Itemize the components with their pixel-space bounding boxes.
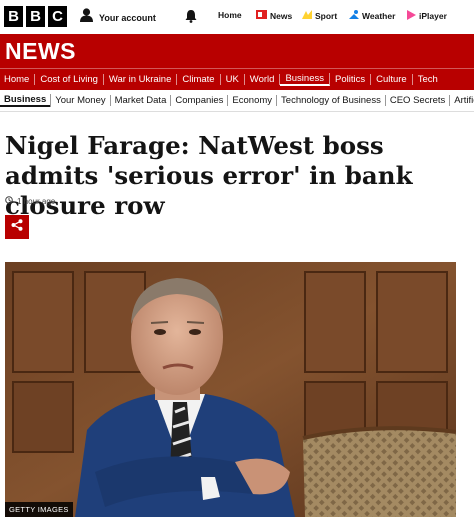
subnav-item-artificial[interactable]: Artificial	[450, 95, 474, 106]
news-banner: NEWS	[0, 34, 474, 68]
global-nav-label: Home	[218, 10, 242, 20]
account-label: Your account	[99, 12, 156, 23]
news-nav-item-world[interactable]: World	[245, 74, 281, 85]
share-button[interactable]	[5, 215, 29, 239]
iplayer-icon	[406, 10, 416, 22]
user-icon	[80, 8, 93, 27]
subnav-item-your-money[interactable]: Your Money	[51, 95, 111, 106]
subnav-item-technology-of-business[interactable]: Technology of Business	[277, 95, 386, 106]
news-nav-item-politics[interactable]: Politics	[330, 74, 372, 85]
global-nav-sport[interactable]: Sport	[302, 10, 337, 21]
global-header: B B C Your account Home News Sport Weath…	[0, 0, 474, 34]
hero-photo	[5, 262, 456, 517]
global-nav-home[interactable]: Home	[218, 10, 242, 20]
weather-icon	[349, 10, 359, 21]
global-nav-label: News	[270, 10, 293, 21]
business-subnav: Business Your Money Market Data Companie…	[0, 90, 474, 112]
global-nav-weather[interactable]: Weather	[349, 10, 395, 21]
share-icon	[11, 218, 23, 236]
logo-letter: B	[26, 6, 45, 27]
news-icon	[256, 10, 267, 21]
article-headline: Nigel Farage: NatWest boss admits 'serio…	[5, 131, 413, 220]
subnav-item-ceo-secrets[interactable]: CEO Secrets	[386, 95, 451, 106]
clock-icon	[5, 196, 13, 206]
timestamp-text: 1 hour ago	[17, 196, 56, 206]
news-nav: Home Cost of Living War in Ukraine Clima…	[0, 68, 474, 90]
image-credit: GETTY IMAGES	[5, 502, 73, 517]
global-nav-news[interactable]: News	[256, 10, 292, 21]
logo-letter: C	[48, 6, 67, 27]
article-hero-image: GETTY IMAGES	[5, 262, 456, 517]
news-nav-item-culture[interactable]: Culture	[371, 74, 413, 85]
bell-icon[interactable]	[184, 9, 198, 28]
subnav-item-business[interactable]: Business	[0, 94, 52, 107]
news-nav-item-home[interactable]: Home	[0, 74, 36, 85]
news-nav-item-cost-of-living[interactable]: Cost of Living	[35, 74, 104, 85]
news-nav-item-business[interactable]: Business	[280, 73, 330, 86]
logo-letter: B	[4, 6, 23, 27]
article-timestamp: 1 hour ago	[5, 196, 55, 206]
global-nav-label: iPlayer	[419, 11, 447, 21]
subnav-item-companies[interactable]: Companies	[171, 95, 229, 106]
news-nav-item-war-in-ukraine[interactable]: War in Ukraine	[104, 74, 178, 85]
sport-icon	[302, 10, 312, 21]
global-nav-label: Weather	[362, 10, 396, 21]
global-nav-iplayer[interactable]: iPlayer	[406, 10, 447, 22]
news-nav-item-tech[interactable]: Tech	[413, 74, 443, 85]
news-nav-item-climate[interactable]: Climate	[177, 74, 221, 85]
subnav-item-market-data[interactable]: Market Data	[111, 95, 172, 106]
global-nav-label: Sport	[315, 10, 338, 21]
news-nav-item-uk[interactable]: UK	[221, 74, 245, 85]
account-link[interactable]: Your account	[80, 8, 156, 27]
section-title[interactable]: NEWS	[5, 38, 76, 65]
subnav-item-economy[interactable]: Economy	[228, 95, 278, 106]
bbc-logo[interactable]: B B C	[4, 6, 67, 27]
